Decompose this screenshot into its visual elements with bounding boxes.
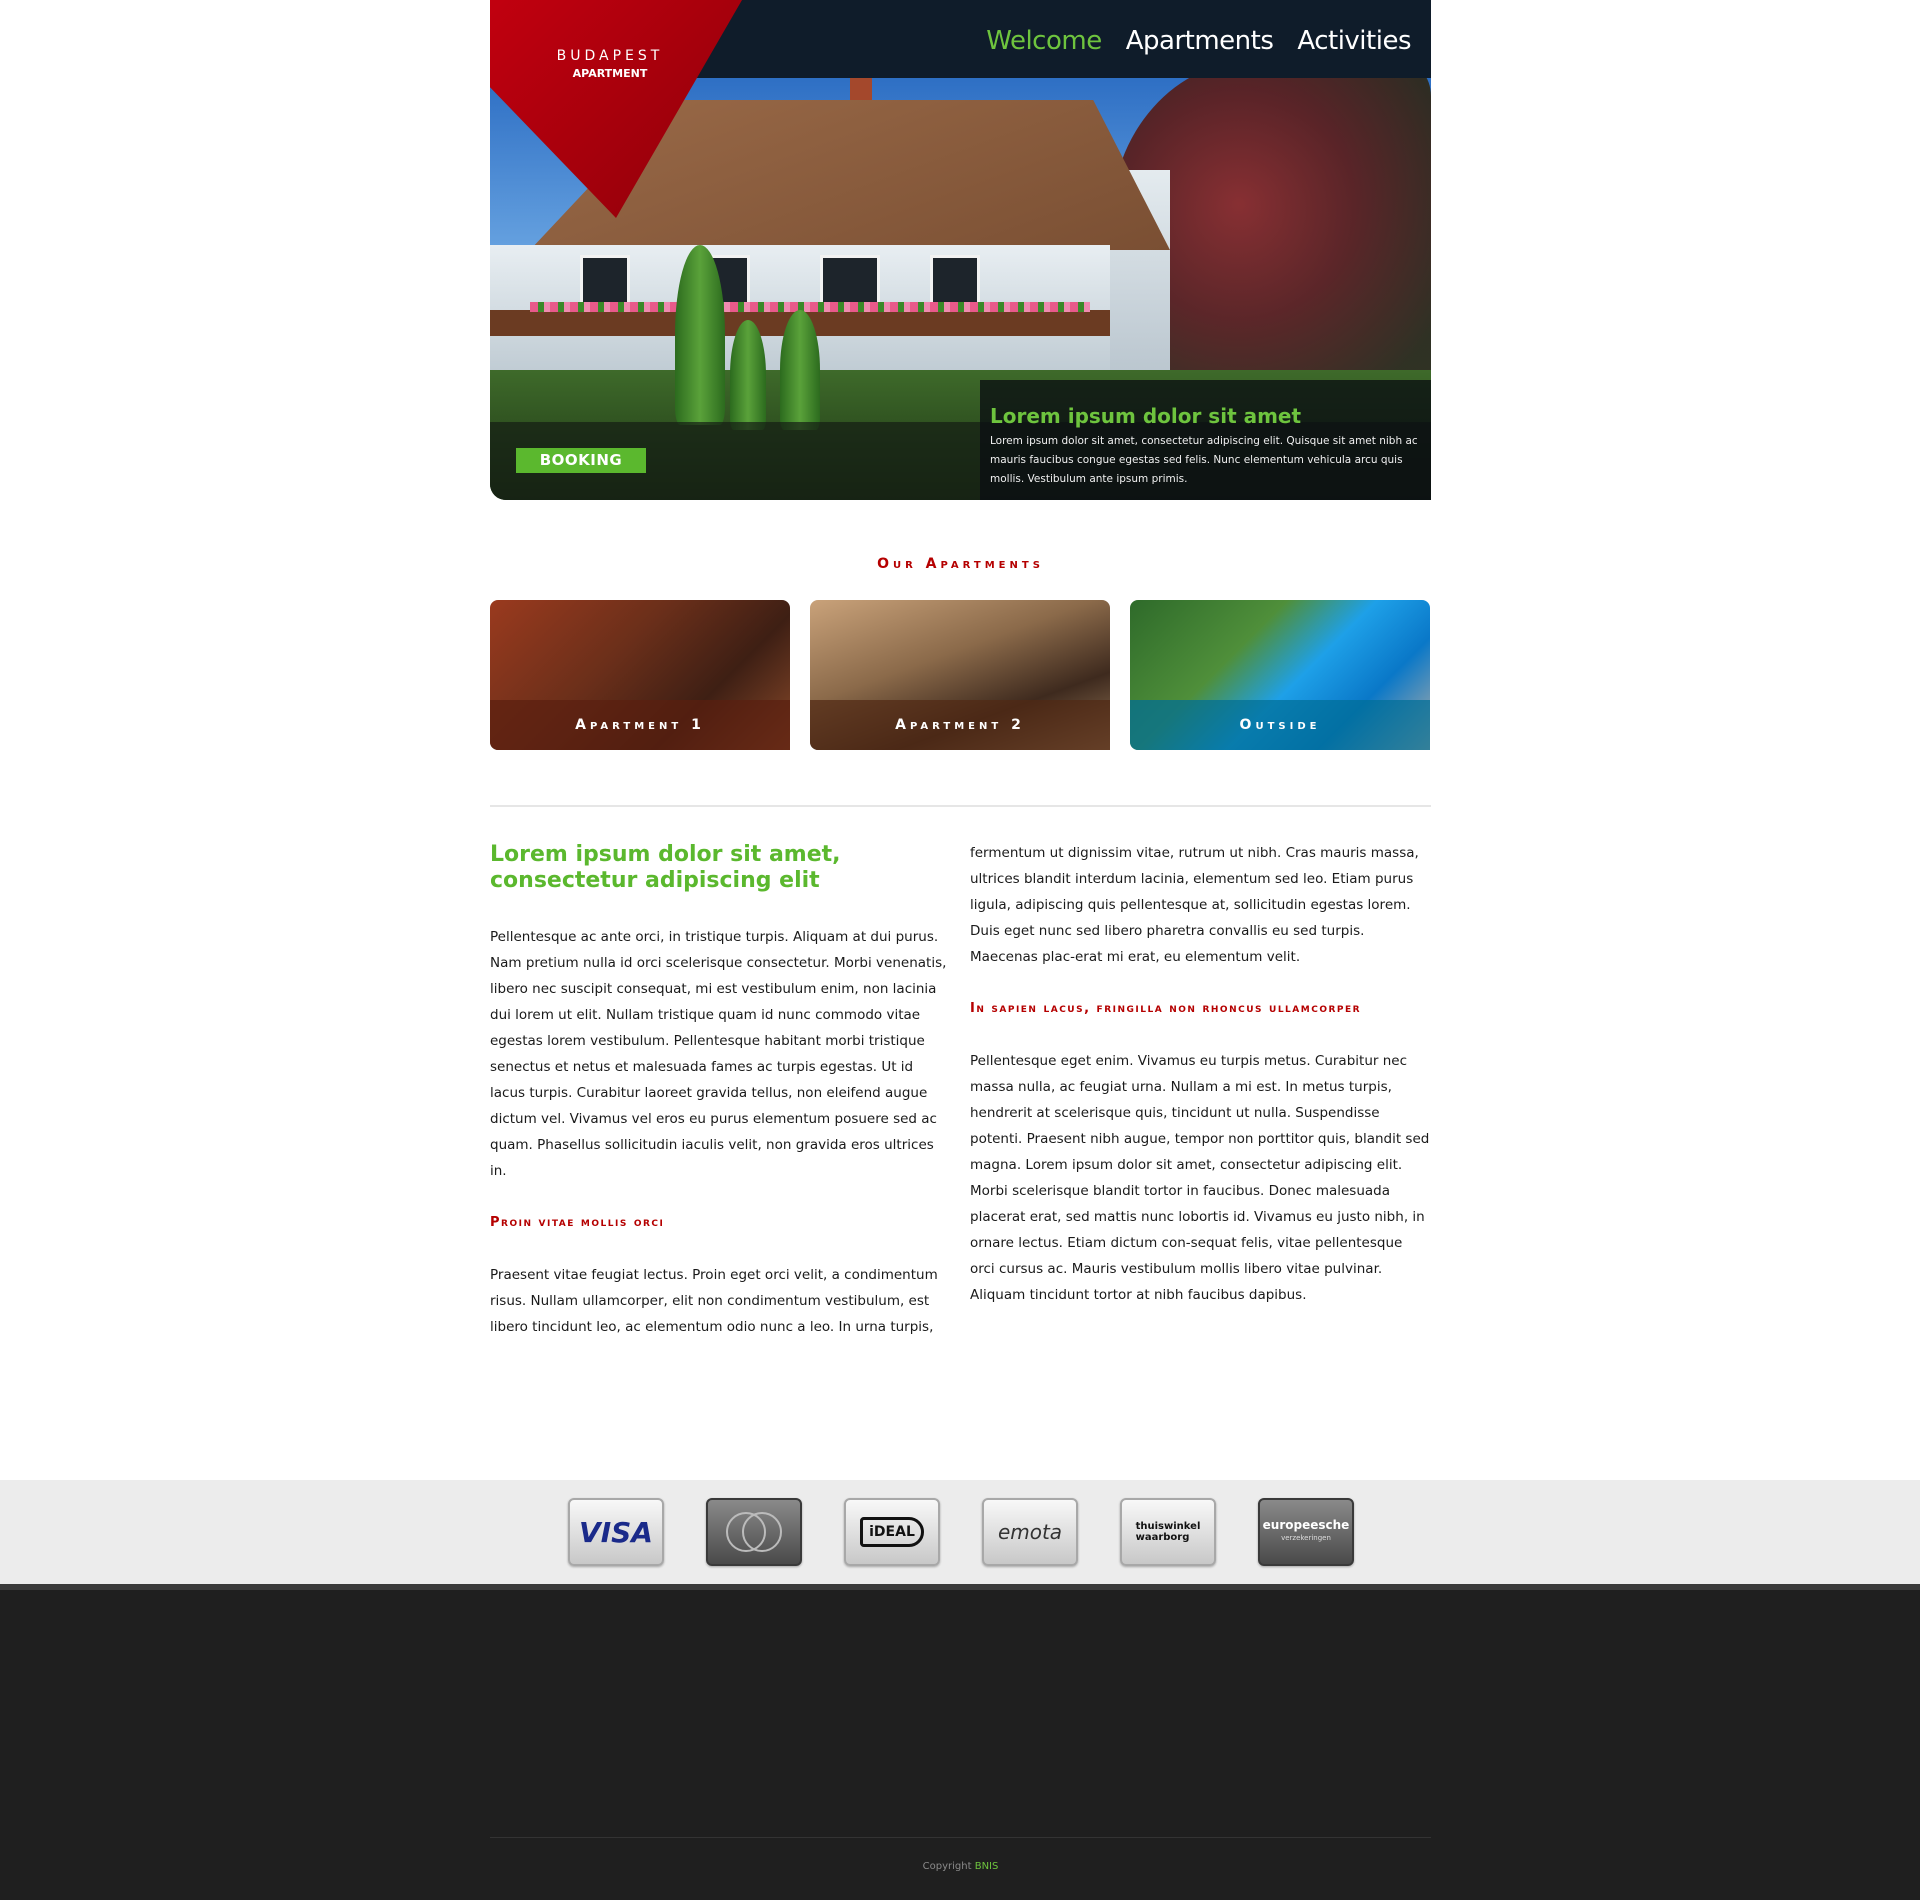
- hero-photo-cypress: [780, 310, 820, 430]
- hero-banner: BUDAPEST APARTMENT Welcome Apartments Ac…: [490, 0, 1431, 500]
- emota-logo: emota: [982, 1498, 1078, 1566]
- logo-line-2[interactable]: APARTMENT: [530, 67, 690, 80]
- apartment-card-label: Apartment 1: [490, 700, 790, 750]
- hero-caption-title: Lorem ipsum dolor sit amet: [990, 404, 1302, 428]
- thuiswinkel-line-1: thuiswinkel: [1135, 1521, 1201, 1532]
- content-subheading: Proin vitae mollis orci: [490, 1215, 665, 1230]
- apartment-cards: Apartment 1 Apartment 2 Outside: [490, 600, 1431, 750]
- outside-card[interactable]: Outside: [1130, 600, 1430, 750]
- copyright: Copyright BNIS: [490, 1861, 1431, 1872]
- thuiswinkel-logo-text: thuiswinkel waarborg: [1136, 1521, 1201, 1543]
- mastercard-logo: [706, 1498, 802, 1566]
- content-paragraph: Pellentesque ac ante orci, in tristique …: [490, 929, 947, 1179]
- booking-button[interactable]: BOOKING: [516, 448, 646, 473]
- europeesche-line-1: europeesche: [1262, 1518, 1350, 1532]
- visa-logo-text: VISA: [579, 1515, 653, 1549]
- apartments-section-title: Our Apartments: [877, 556, 1044, 572]
- payment-logos-row: VISA iDEAL emota thuiswinkel waarborg eu…: [568, 1498, 1354, 1566]
- section-divider: [490, 805, 1431, 807]
- content-paragraph: fermentum ut dignissim vitae, rutrum ut …: [970, 845, 1419, 965]
- hero-photo-cypress: [675, 245, 725, 425]
- apartment-card-label: Outside: [1130, 700, 1430, 750]
- copyright-prefix: Copyright: [922, 1861, 972, 1872]
- nav-item-apartments[interactable]: Apartments: [1126, 26, 1274, 56]
- logo-line-1[interactable]: BUDAPEST: [530, 48, 690, 64]
- content-subheading: In sapien lacus, fringilla non rhoncus u…: [970, 1001, 1362, 1016]
- europeesche-line-2: verzekeringen: [1281, 1534, 1331, 1542]
- europeesche-logo-text: europeesche verzekeringen: [1263, 1519, 1350, 1545]
- hero-photo-window: [580, 255, 630, 305]
- footer-divider: [490, 1837, 1431, 1838]
- thuiswinkel-logo: thuiswinkel waarborg: [1120, 1498, 1216, 1566]
- apartment-card-2[interactable]: Apartment 2: [810, 600, 1110, 750]
- content-left-column: Lorem ipsum dolor sit amet, consectetur …: [490, 842, 950, 1340]
- ideal-logo: iDEAL: [844, 1498, 940, 1566]
- nav-item-activities[interactable]: Activities: [1297, 26, 1411, 56]
- nav-item-welcome[interactable]: Welcome: [986, 26, 1102, 56]
- hero-photo-cypress: [730, 320, 766, 430]
- apartment-card-label: Apartment 2: [810, 700, 1110, 750]
- ideal-logo-text: iDEAL: [860, 1517, 924, 1547]
- mastercard-circles-icon: [726, 1512, 782, 1552]
- visa-logo: VISA: [568, 1498, 664, 1566]
- thuiswinkel-line-2: waarborg: [1135, 1532, 1190, 1543]
- hero-caption-text: Lorem ipsum dolor sit amet, consectetur …: [990, 435, 1418, 485]
- main-nav: Welcome Apartments Activities: [986, 26, 1411, 56]
- emota-logo-text: emota: [997, 1520, 1063, 1544]
- hero-photo-flowers: [530, 302, 1090, 312]
- content-paragraph: Praesent vitae feugiat lectus. Proin ege…: [490, 1267, 938, 1335]
- content-heading: Lorem ipsum dolor sit amet, consectetur …: [490, 842, 841, 893]
- content-right-column: fermentum ut dignissim vitae, rutrum ut …: [970, 840, 1430, 1308]
- europeesche-logo: europeesche verzekeringen: [1258, 1498, 1354, 1566]
- apartment-card-1[interactable]: Apartment 1: [490, 600, 790, 750]
- hero-caption: Lorem ipsum dolor sit amet Lorem ipsum d…: [980, 380, 1431, 500]
- payment-logos-band: VISA iDEAL emota thuiswinkel waarborg eu…: [0, 1480, 1920, 1584]
- hero-photo-window: [930, 255, 980, 305]
- content-paragraph: Pellentesque eget enim. Vivamus eu turpi…: [970, 1053, 1430, 1303]
- footer: [0, 1584, 1920, 1900]
- hero-photo-window: [820, 255, 880, 305]
- copyright-link[interactable]: BNIS: [975, 1861, 999, 1872]
